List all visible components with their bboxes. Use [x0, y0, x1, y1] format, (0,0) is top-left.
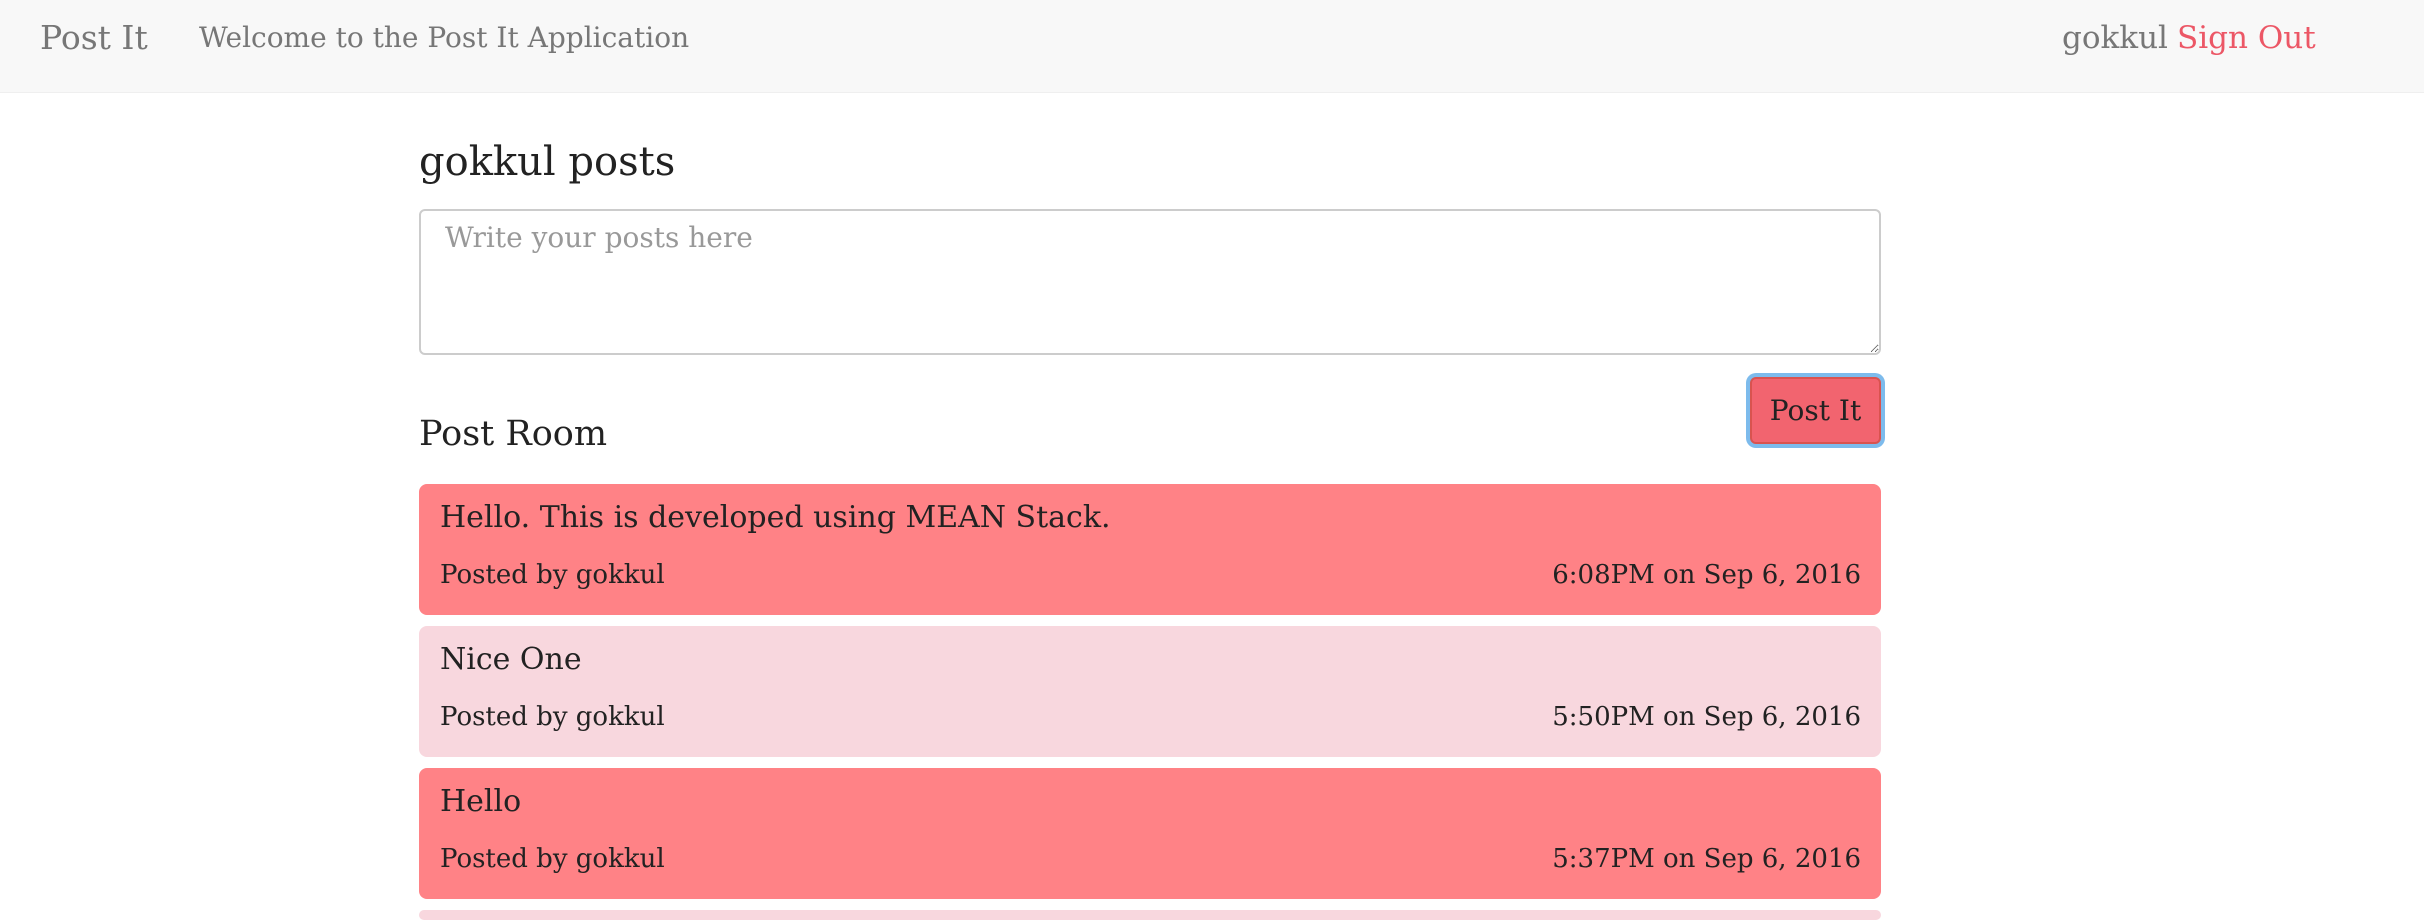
post-author: Posted by gokkul	[440, 844, 665, 874]
post-textarea[interactable]	[419, 209, 1881, 355]
post-timestamp: 5:50PM on Sep 6, 2016	[1552, 702, 1861, 732]
post-text: Hello. This is developed using MEAN Stac…	[440, 500, 1111, 535]
post-author: Posted by gokkul	[440, 702, 665, 732]
post-card: Hello Posted by gokkul 5:37PM on Sep 6, …	[419, 768, 1881, 899]
brand-link[interactable]: Post It	[40, 18, 148, 58]
post-timestamp: 6:08PM on Sep 6, 2016	[1552, 560, 1861, 590]
page-title: gokkul posts	[419, 139, 676, 185]
post-author: Posted by gokkul	[440, 560, 665, 590]
post-room-title: Post Room	[419, 414, 608, 454]
post-it-button[interactable]: Post It	[1750, 377, 1881, 444]
top-navbar: Post It Welcome to the Post It Applicati…	[0, 0, 2424, 93]
current-username: gokkul	[2062, 20, 2168, 56]
post-text: Hello	[440, 784, 522, 819]
post-card: Hello. This is developed using MEAN Stac…	[419, 484, 1881, 615]
welcome-text: Welcome to the Post It Application	[199, 21, 690, 54]
post-card: Nice One Posted by gokkul 5:50PM on Sep …	[419, 626, 1881, 757]
post-timestamp: 5:37PM on Sep 6, 2016	[1552, 844, 1861, 874]
post-text: Nice One	[440, 642, 582, 677]
sign-out-link[interactable]: Sign Out	[2177, 19, 2316, 57]
